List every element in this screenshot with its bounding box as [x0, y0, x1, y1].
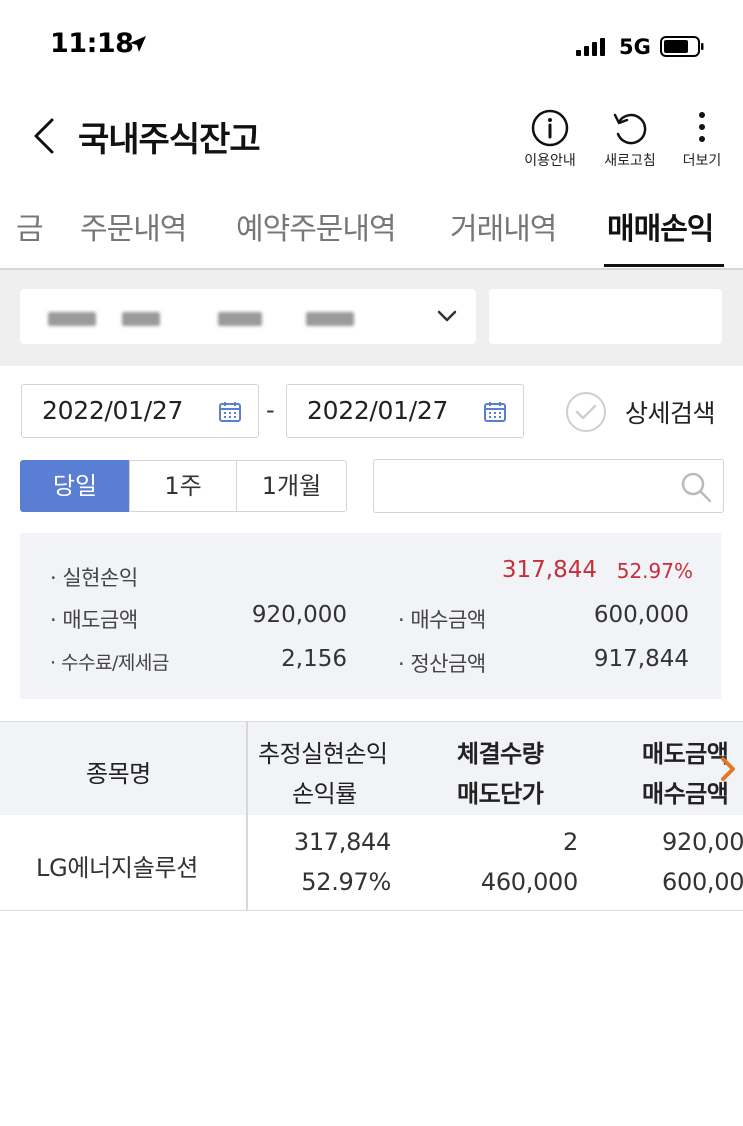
info-icon [531, 109, 569, 147]
period-today-button[interactable]: 당일 [20, 460, 130, 512]
tab-order-history[interactable]: 주문내역 [80, 204, 187, 248]
guide-label: 이용안내 [524, 153, 576, 169]
signal-icon [576, 38, 605, 56]
end-date-field[interactable]: 2022/01/27 [286, 384, 524, 438]
row-exec-qty: 2 [563, 828, 578, 856]
refresh-icon [613, 113, 647, 145]
header-sell-price: 매도단가 [457, 780, 544, 808]
realized-pl-value: 317,844 [501, 557, 597, 583]
start-date-value: 2022/01/27 [42, 396, 184, 425]
refresh-button[interactable]: 새로고침 [595, 108, 665, 170]
tab-trading-pl[interactable]: 매매손익 [607, 204, 714, 248]
battery-icon [660, 36, 704, 57]
tab-transactions[interactable]: 거래내역 [450, 204, 557, 248]
date-separator: - [266, 396, 275, 424]
guide-button[interactable]: 이용안내 [515, 108, 585, 170]
row-sell-amount: 920,00 [662, 828, 743, 856]
sell-amount-label: · 매도금액 [50, 608, 138, 632]
period-month-button[interactable]: 1개월 [236, 460, 347, 512]
fee-tax-label: · 수수료/제세금 [50, 652, 169, 674]
row-stock-name: LG에너지솔루션 [36, 854, 199, 882]
account-select[interactable] [20, 289, 476, 344]
search-icon[interactable] [679, 470, 713, 504]
row-buy-amount: 600,00 [662, 868, 743, 896]
tab-reserved-orders[interactable]: 예약주문내역 [236, 204, 397, 248]
header-est-pl: 추정실현손익 [258, 740, 388, 768]
tab-partial-left[interactable]: 금 [16, 204, 44, 248]
table-header: 종목명 추정실현손익 손익률 체결수량 매도단가 매도금액 매수금액 [0, 721, 743, 816]
more-vertical-icon [699, 112, 705, 142]
header-pl-rate: 손익률 [292, 780, 357, 808]
table-row[interactable]: LG에너지솔루션 317,844 52.97% 2 460,000 920,00… [0, 815, 743, 911]
header-sell-amount: 매도금액 [642, 740, 729, 768]
more-label: 더보기 [682, 153, 722, 169]
location-arrow-icon [130, 36, 146, 52]
settlement-value: 917,844 [593, 646, 689, 672]
summary-panel: · 실현손익 317,844 52.97% · 매도금액 920,000 · 매… [20, 533, 721, 699]
stock-search-input[interactable] [373, 459, 724, 513]
end-date-value: 2022/01/27 [307, 396, 449, 425]
header-exec-qty: 체결수량 [457, 740, 544, 768]
row-pl-rate: 52.97% [301, 868, 391, 896]
status-time: 11:18 [50, 28, 134, 59]
back-chevron-icon[interactable] [30, 118, 58, 154]
header-stock-name: 종목명 [86, 760, 151, 788]
column-divider [246, 815, 248, 910]
sell-amount-value: 920,000 [251, 602, 347, 628]
password-input[interactable] [489, 289, 722, 344]
start-date-field[interactable]: 2022/01/27 [21, 384, 259, 438]
buy-amount-value: 600,000 [593, 602, 689, 628]
check-circle-icon[interactable] [565, 391, 607, 433]
masked-account [218, 312, 262, 326]
fee-tax-value: 2,156 [281, 646, 347, 672]
chevron-down-icon [437, 310, 457, 322]
page-title: 국내주식잔고 [78, 120, 261, 160]
settlement-label: · 정산금액 [398, 652, 486, 676]
tab-bar: 금 주문내역 예약주문내역 거래내역 매매손익 [0, 190, 743, 270]
masked-account [48, 312, 96, 326]
realized-pl-label: · 실현손익 [50, 566, 138, 590]
scroll-right-icon[interactable] [718, 755, 738, 783]
masked-account [122, 312, 160, 326]
column-divider [246, 722, 248, 816]
period-week-button[interactable]: 1주 [129, 460, 237, 512]
more-button[interactable]: 더보기 [667, 108, 737, 170]
row-est-pl: 317,844 [293, 828, 391, 856]
network-label: 5G [619, 35, 651, 59]
realized-pl-rate: 52.97% [616, 559, 693, 583]
active-tab-indicator [604, 264, 724, 267]
calendar-icon [484, 402, 506, 422]
buy-amount-label: · 매수금액 [398, 608, 486, 632]
masked-account [306, 312, 354, 326]
row-sell-price: 460,000 [480, 868, 578, 896]
header-buy-amount: 매수금액 [642, 780, 729, 808]
refresh-label: 새로고침 [604, 153, 656, 169]
detail-search-label[interactable]: 상세검색 [625, 394, 716, 430]
calendar-icon [219, 402, 241, 422]
